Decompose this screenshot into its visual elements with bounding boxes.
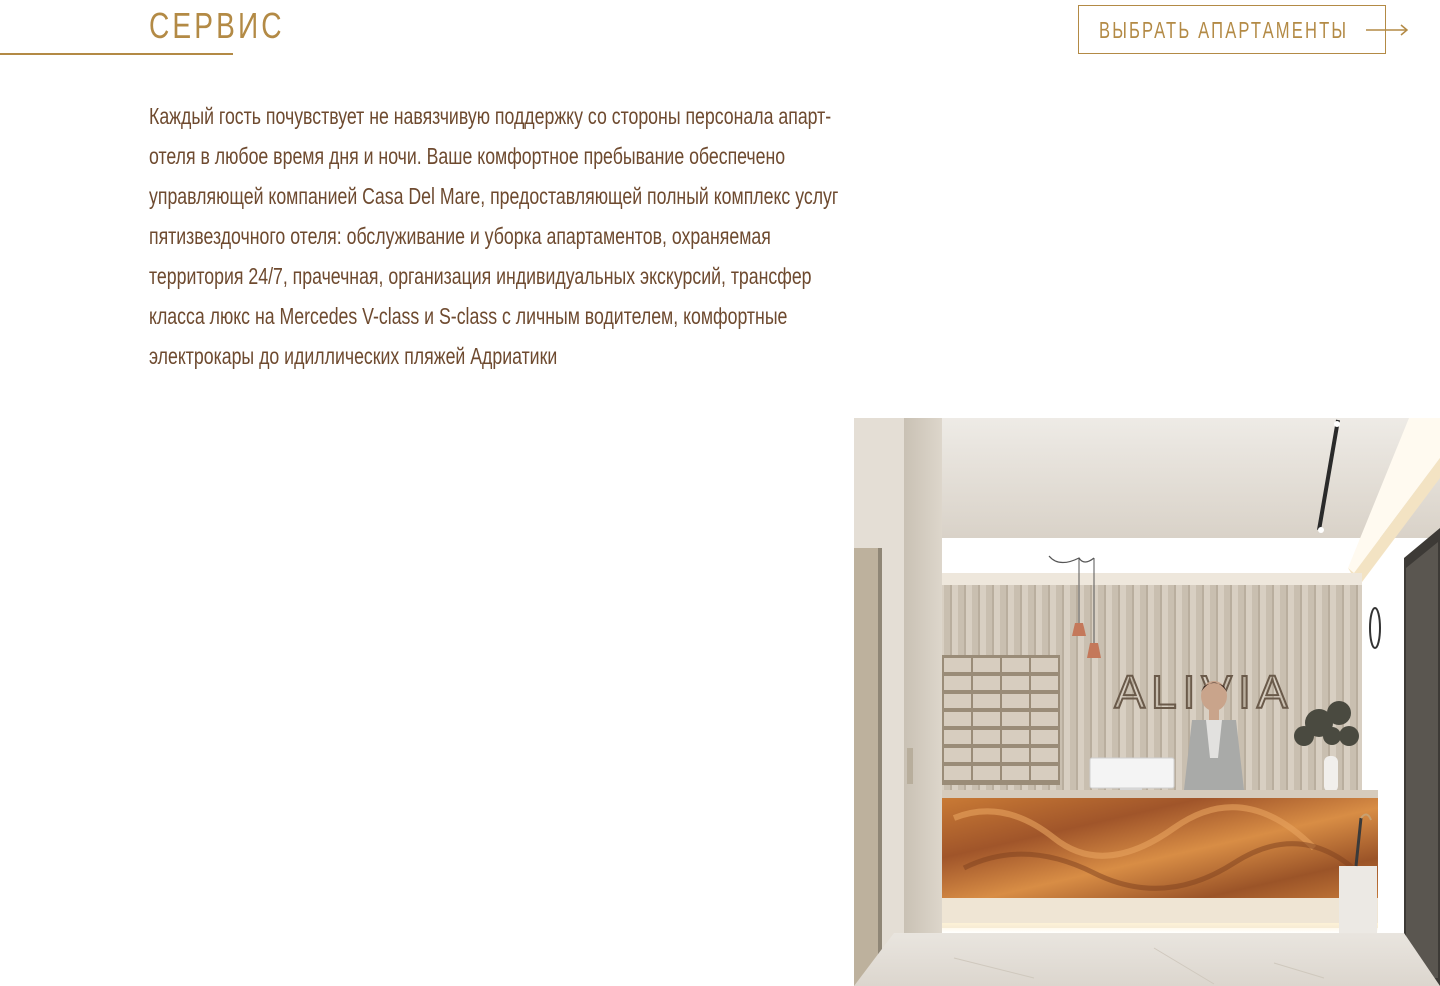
arrow-right-icon[interactable]	[1366, 20, 1410, 40]
section-title: СЕРВИС	[149, 5, 285, 46]
title-underline	[0, 53, 233, 55]
service-description: Каждый гость почувствует не навязчивую п…	[149, 103, 839, 369]
choose-apartments-button[interactable]: ВЫБРАТЬ АПАРТАМЕНТЫ	[1078, 5, 1386, 54]
mailboxes	[942, 655, 1060, 785]
choose-apartments-label: ВЫБРАТЬ АПАРТАМЕНТЫ	[1099, 17, 1349, 43]
lobby-reception-image: ALIVIA	[854, 418, 1440, 986]
service-section: СЕРВИС ВЫБРАТЬ АПАРТАМЕНТЫ Каждый гость …	[0, 0, 1440, 986]
